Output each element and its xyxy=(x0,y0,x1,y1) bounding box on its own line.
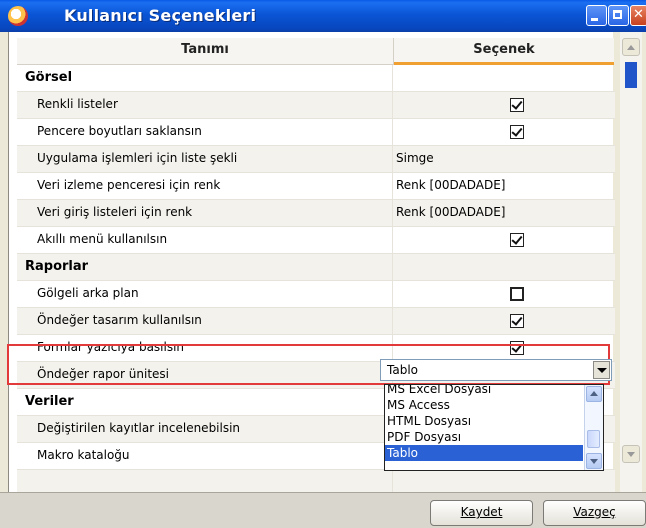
option-value: Renk [00DADADE] xyxy=(396,205,506,219)
window-title: Kullanıcı Seçenekleri xyxy=(64,6,257,25)
table-row[interactable]: Veri giriş listeleri için renk Renk [00DA… xyxy=(17,200,615,227)
option-label: Veri giriş listeleri için renk xyxy=(17,200,393,226)
report-unit-combo[interactable]: Tablo xyxy=(380,359,612,381)
save-button[interactable]: Kaydet xyxy=(430,500,533,526)
group-label: Görsel xyxy=(17,65,393,91)
option-value-cell[interactable] xyxy=(394,92,614,118)
option-value-cell xyxy=(394,254,614,280)
app-orb-icon[interactable] xyxy=(8,6,28,26)
scroll-thumb[interactable] xyxy=(587,430,600,448)
option-value-cell[interactable]: Renk [00DADADE] xyxy=(394,173,614,199)
button-panel: Kaydet Vazgeç xyxy=(0,492,646,528)
table-row[interactable]: Veri izleme penceresi için renk Renk [00D… xyxy=(17,173,615,200)
column-header-name[interactable]: Tanımı xyxy=(17,38,394,65)
group-row: Raporlar xyxy=(17,254,615,281)
checkbox[interactable] xyxy=(510,287,524,301)
report-unit-dropdown[interactable]: MS Excel Dosyası MS Access HTML Dosyası … xyxy=(384,384,604,471)
option-label: Akıllı menü kullanılsın xyxy=(17,227,393,253)
scroll-up-icon[interactable] xyxy=(622,38,640,56)
group-label: Veriler xyxy=(17,389,393,415)
cancel-button[interactable]: Vazgeç xyxy=(543,500,646,526)
dropdown-option[interactable]: MS Excel Dosyası xyxy=(385,385,583,397)
option-value-cell[interactable]: Simge xyxy=(394,146,614,172)
option-value-cell[interactable] xyxy=(394,335,614,361)
maximize-icon[interactable] xyxy=(608,5,629,26)
option-value-cell[interactable] xyxy=(394,308,614,334)
option-value-cell[interactable] xyxy=(394,281,614,307)
table-row[interactable]: Gölgeli arka plan xyxy=(17,281,615,308)
checkbox[interactable] xyxy=(510,98,524,112)
chevron-down-icon[interactable] xyxy=(593,361,610,379)
column-header-value[interactable]: Seçenek xyxy=(394,38,614,65)
option-label: Gölgeli arka plan xyxy=(17,281,393,307)
option-label: Renkli listeler xyxy=(17,92,393,118)
option-value-cell xyxy=(394,65,614,91)
title-bar: Kullanıcı Seçenekleri xyxy=(0,0,646,32)
table-row[interactable]: Formlar yazıcıya basılsın xyxy=(17,335,615,362)
group-label: Raporlar xyxy=(17,254,393,280)
option-value-cell[interactable] xyxy=(394,227,614,253)
option-label: Formlar yazıcıya basılsın xyxy=(17,335,393,361)
checkbox[interactable] xyxy=(510,314,524,328)
checkbox[interactable] xyxy=(510,125,524,139)
option-label: Uygulama işlemleri için liste şekli xyxy=(17,146,393,172)
scroll-down-icon[interactable] xyxy=(622,445,640,463)
option-label: Pencere boyutları saklansın xyxy=(17,119,393,145)
checkbox[interactable] xyxy=(510,341,524,355)
table-row[interactable]: Öndeğer tasarım kullanılsın xyxy=(17,308,615,335)
table-row[interactable]: Renkli listeler xyxy=(17,92,615,119)
dropdown-option[interactable]: HTML Dosyası xyxy=(385,413,583,429)
close-icon[interactable] xyxy=(630,5,646,26)
option-value-cell[interactable] xyxy=(394,119,614,145)
save-button-label: Kaydet xyxy=(460,505,503,519)
table-row[interactable]: Pencere boyutları saklansın xyxy=(17,119,615,146)
option-value: Renk [00DADADE] xyxy=(396,178,506,192)
option-value: Simge xyxy=(396,151,434,165)
option-label: Öndeğer tasarım kullanılsın xyxy=(17,308,393,334)
option-label: Veri izleme penceresi için renk xyxy=(17,173,393,199)
minimize-icon[interactable] xyxy=(586,5,607,26)
option-label: Değiştirilen kayıtlar incelenebilsin xyxy=(17,416,393,442)
cancel-button-label: Vazgeç xyxy=(573,505,616,519)
dropdown-option[interactable]: MS Access xyxy=(385,397,583,413)
option-label: Makro kataloğu xyxy=(17,443,393,469)
dropdown-scrollbar[interactable] xyxy=(584,385,603,470)
scroll-up-icon[interactable] xyxy=(586,386,602,402)
table-row[interactable]: Uygulama işlemleri için liste şekli Simge xyxy=(17,146,615,173)
option-value-cell[interactable]: Renk [00DADADE] xyxy=(394,200,614,226)
scroll-down-icon[interactable] xyxy=(586,453,602,469)
dropdown-option[interactable]: PDF Dosyası xyxy=(385,429,583,445)
combo-value: Tablo xyxy=(387,363,418,377)
table-row[interactable]: Akıllı menü kullanılsın xyxy=(17,227,615,254)
group-row: Görsel xyxy=(17,65,615,92)
dropdown-option-selected[interactable]: Tablo xyxy=(385,445,583,461)
option-label: Öndeğer rapor ünitesi xyxy=(17,362,393,388)
scroll-thumb[interactable] xyxy=(625,62,637,88)
checkbox[interactable] xyxy=(510,233,524,247)
grid-scrollbar[interactable] xyxy=(620,32,642,492)
